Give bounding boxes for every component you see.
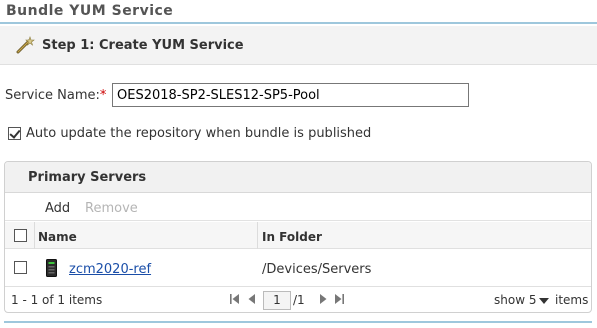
service-name-input[interactable]: [112, 83, 469, 107]
server-folder: /Devices/Servers: [262, 262, 372, 277]
wizard-wand-icon: [16, 36, 35, 54]
next-page-icon[interactable]: [319, 293, 328, 305]
last-page-icon[interactable]: [333, 293, 345, 305]
service-name-label-text: Service Name:: [5, 88, 100, 103]
first-page-icon[interactable]: [229, 293, 241, 305]
primary-servers-panel: Primary Servers Add Remove Name In Folde…: [4, 161, 592, 313]
select-all-checkbox[interactable]: [14, 229, 27, 242]
primary-servers-title: Primary Servers: [28, 170, 147, 185]
bottom-divider: [4, 321, 592, 323]
column-header-folder[interactable]: In Folder: [262, 230, 322, 244]
page-size-label: show 5: [494, 293, 536, 307]
remove-button: Remove: [85, 201, 138, 216]
table-row: zcm2020-ref /Devices/Servers: [5, 250, 591, 287]
page-number-input[interactable]: 1: [263, 291, 291, 310]
items-label: items: [555, 293, 589, 307]
page-total: /1: [293, 293, 305, 307]
auto-update-option[interactable]: Auto update the repository when bundle i…: [8, 126, 371, 144]
add-button[interactable]: Add: [45, 201, 70, 216]
auto-update-checkbox[interactable]: [8, 127, 21, 140]
service-name-label: Service Name:*: [5, 88, 106, 103]
primary-servers-toolbar: Add Remove: [5, 194, 591, 221]
column-header-name[interactable]: Name: [38, 230, 77, 244]
server-device-icon: [46, 259, 57, 277]
column-divider: [257, 222, 258, 249]
page-title: Bundle YUM Service: [6, 3, 174, 19]
pagination-bar: 1 - 1 of 1 items 1 /1 show 5 items: [5, 288, 591, 312]
required-marker: *: [99, 88, 107, 103]
server-name-link[interactable]: zcm2020-ref: [69, 262, 151, 277]
prev-page-icon[interactable]: [247, 293, 256, 305]
page-size-value: 5: [528, 293, 537, 307]
primary-servers-header: Primary Servers: [5, 162, 591, 193]
table-header: Name In Folder: [5, 222, 591, 249]
auto-update-label: Auto update the repository when bundle i…: [26, 126, 372, 141]
page-size-dropdown-icon[interactable]: [539, 298, 549, 304]
step-header: Step 1: Create YUM Service: [0, 26, 597, 65]
show-label-text: show: [494, 293, 526, 307]
item-count: 1 - 1 of 1 items: [11, 293, 103, 307]
column-divider: [34, 222, 35, 249]
page-header: Bundle YUM Service: [0, 0, 597, 24]
step-title: Step 1: Create YUM Service: [42, 38, 244, 53]
row-checkbox[interactable]: [14, 261, 27, 274]
